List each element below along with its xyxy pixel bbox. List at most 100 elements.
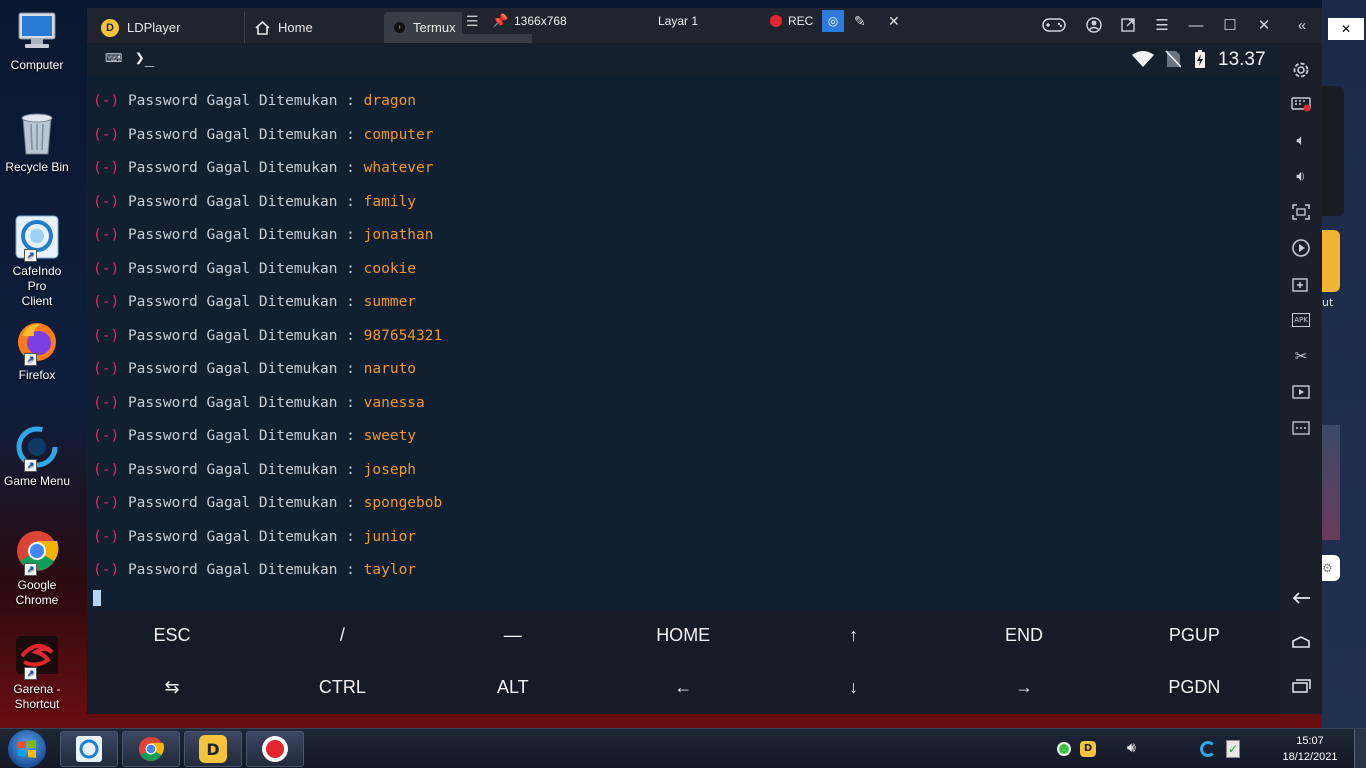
extra-key[interactable]: → (939, 661, 1109, 713)
camera-icon[interactable]: ◎ (822, 10, 844, 32)
background-window-fragment: ✕ ut ⚙ (1322, 0, 1366, 728)
ldplayer-sidebar: 🔈︎ 🔉︎ APK ✂ (1280, 43, 1322, 714)
back-icon[interactable] (1288, 585, 1314, 611)
no-sim-icon (1165, 50, 1181, 68)
windows-logo-icon (18, 740, 36, 758)
record-dot-icon[interactable] (770, 15, 782, 27)
orange-tab-fragment[interactable] (1322, 230, 1340, 292)
taskbar-recorder[interactable] (246, 731, 304, 767)
rec-label[interactable]: REC (788, 14, 813, 28)
more-options-icon[interactable] (1288, 415, 1314, 441)
desktop-icon-computer[interactable]: Computer (2, 8, 72, 73)
extra-key[interactable]: — (428, 609, 598, 661)
line-message: Password Gagal Ditemukan : (127, 193, 355, 210)
home-icon (255, 20, 270, 35)
line-message: Password Gagal Ditemukan : (127, 495, 355, 511)
tray-green-icon[interactable] (1057, 742, 1071, 756)
tab-home[interactable]: Home (244, 12, 384, 43)
close-toolbar-icon[interactable]: ✕ (888, 13, 900, 30)
taskbar-ldplayer[interactable]: D (184, 731, 242, 767)
firefox-icon: ↗ (14, 318, 60, 366)
terminal-line: (-) Password Gagal Ditemukan : dragon (93, 93, 416, 113)
gamepad-icon[interactable] (1039, 12, 1069, 38)
hamburger-menu-icon[interactable]: ☰ (1147, 12, 1177, 38)
account-icon[interactable] (1079, 12, 1109, 38)
keymapping-icon[interactable] (1288, 91, 1314, 117)
extra-key[interactable]: ↑ (769, 609, 939, 661)
add-window-icon[interactable] (1288, 271, 1314, 297)
volume-down-icon[interactable]: 🔉︎ (1288, 163, 1314, 189)
start-button[interactable] (8, 730, 46, 768)
close-window-icon[interactable]: ✕ (1249, 12, 1279, 38)
pen-icon[interactable]: ✎ (854, 13, 866, 30)
ldplayer-logo-icon: D (101, 18, 119, 37)
maximize-icon[interactable]: ☐ (1215, 12, 1245, 38)
extra-key[interactable]: ESC (87, 609, 257, 661)
desktop-icon-recycle-bin[interactable]: Recycle Bin (2, 110, 72, 175)
windows-taskbar: D D 🔊︎ ✓ 15:07 18/12/2021 (0, 728, 1366, 768)
settings-icon[interactable] (1288, 57, 1314, 83)
clock-time: 15:07 (1296, 735, 1324, 747)
tray-ldplayer-icon[interactable]: D (1080, 741, 1096, 757)
volume-up-icon[interactable]: 🔈︎ (1288, 127, 1314, 153)
tab-ldplayer[interactable]: D LDPlayer (91, 12, 241, 43)
recent-apps-icon[interactable] (1288, 673, 1314, 699)
install-apk-icon[interactable]: APK (1288, 307, 1314, 333)
pin-icon[interactable]: 📌 (492, 13, 508, 29)
line-message: Password Gagal Ditemukan : (127, 260, 355, 277)
desktop-icon-chrome[interactable]: ↗ Google Chrome (2, 528, 72, 608)
terminal-line: (-) Password Gagal Ditemukan : junior (93, 529, 416, 549)
desktop-icon-game-menu[interactable]: ↗ Game Menu (2, 424, 72, 489)
extra-key[interactable]: PGDN (1109, 661, 1279, 713)
record-screen-icon[interactable] (1288, 235, 1314, 261)
line-prefix: (-) (93, 93, 120, 109)
home-nav-icon[interactable] (1288, 629, 1314, 655)
extra-key[interactable]: END (939, 609, 1109, 661)
speaker-icon[interactable]: 🔊︎ (1127, 740, 1136, 756)
extra-key[interactable]: ALT (428, 661, 598, 713)
show-desktop-button[interactable] (1354, 729, 1366, 768)
desktop-icon-label: CafeIndo Pro Client (12, 264, 62, 308)
minimize-icon[interactable]: — (1181, 12, 1211, 38)
tab-label: Home (278, 20, 313, 35)
extra-key[interactable]: ↓ (769, 661, 939, 713)
terminal-line: (-) Password Gagal Ditemukan : whatever (93, 160, 434, 180)
terminal-line: (-) Password Gagal Ditemukan : family (93, 194, 416, 214)
line-message: Password Gagal Ditemukan : (127, 461, 355, 478)
collapse-sidebar-icon[interactable]: « (1287, 12, 1317, 38)
gear-icon[interactable]: ⚙ (1322, 555, 1340, 581)
line-prefix: (-) (93, 126, 120, 143)
line-message: Password Gagal Ditemukan : (127, 428, 355, 444)
terminal-line: (-) Password Gagal Ditemukan : spongebob (93, 495, 442, 515)
video-play-icon[interactable] (1288, 379, 1314, 405)
close-icon[interactable]: ✕ (1328, 18, 1364, 40)
screenshot-icon[interactable] (1288, 199, 1314, 225)
line-message: Password Gagal Ditemukan : (127, 93, 355, 109)
menu-icon[interactable]: ☰ (466, 13, 479, 30)
extra-key[interactable]: PGUP (1109, 609, 1279, 661)
desktop-icon-garena[interactable]: ↗ Garena - Shortcut (2, 632, 72, 712)
share-icon[interactable] (1113, 12, 1143, 38)
desktop-icon-label: Game Menu (3, 474, 71, 488)
resolution-label: 1366x768 (514, 14, 567, 28)
line-message: Password Gagal Ditemukan : (127, 528, 355, 545)
tray-security-icon[interactable]: ✓ (1226, 740, 1240, 758)
desktop-icon-cafeindo[interactable]: ↗ CafeIndo Pro Client (2, 214, 72, 309)
desktop-icon-firefox[interactable]: ↗ Firefox (2, 318, 72, 383)
extra-key[interactable]: / (257, 609, 427, 661)
ldplayer-icon: D (199, 735, 227, 763)
extra-key[interactable]: CTRL (257, 661, 427, 713)
tray-clock[interactable]: 15:07 18/12/2021 (1278, 733, 1342, 765)
line-message: Password Gagal Ditemukan : (127, 361, 355, 377)
taskbar-cafeindo[interactable] (60, 731, 118, 767)
termux-terminal[interactable]: (-) Password Gagal Ditemukan : dragon (-)… (87, 75, 1280, 609)
line-password: vanessa (363, 394, 425, 411)
tray-sync-icon[interactable] (1200, 741, 1216, 757)
scissors-icon[interactable]: ✂ (1288, 343, 1314, 369)
extra-key[interactable]: ⇆ (87, 661, 257, 713)
keyboard-icon: ⌨ (105, 51, 123, 65)
extra-key[interactable]: HOME (598, 609, 768, 661)
line-message: Password Gagal Ditemukan : (127, 294, 355, 310)
extra-key[interactable]: ← (598, 661, 768, 713)
taskbar-chrome[interactable] (122, 731, 180, 767)
